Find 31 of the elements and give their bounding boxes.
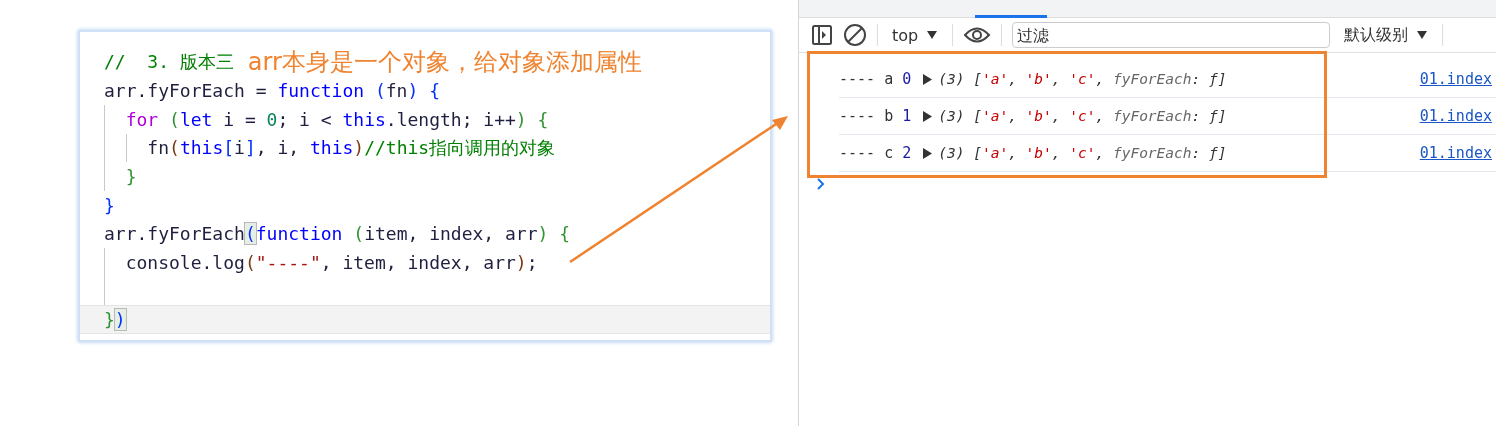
filter-field[interactable]: 过滤 [1012, 22, 1331, 48]
expand-triangle-icon[interactable] [923, 147, 933, 159]
code-line: arr.fyForEach = function (fn) { [104, 80, 440, 102]
source-link[interactable]: 01.index [1419, 107, 1492, 125]
code-line: for (let i = 0; i < this.length; i++) { [125, 109, 549, 130]
expand-triangle-icon[interactable] [923, 73, 933, 85]
log-level-dropdown[interactable]: 默认级别 [1340, 24, 1433, 46]
source-link[interactable]: 01.index [1419, 70, 1492, 88]
clear-console-icon[interactable] [843, 23, 867, 47]
expand-triangle-icon[interactable] [923, 110, 933, 122]
sidebar-toggle-icon[interactable] [811, 24, 833, 46]
code-line: fn(this[i], i, this)//this指向调用的对象 [147, 136, 556, 161]
prompt-chevron-icon[interactable] [817, 178, 825, 190]
array-preview[interactable]: (3) ['a', 'b', 'c', fyForEach: ƒ] [938, 108, 1227, 124]
caret-icon [926, 30, 939, 40]
annotation-text: arr本身是一个对象，给对象添加属性 [247, 47, 642, 79]
code-line: } [125, 166, 137, 188]
log-message: ---- a 0 [839, 70, 912, 88]
array-preview[interactable]: (3) ['a', 'b', 'c', fyForEach: ƒ] [938, 145, 1227, 161]
code-line: console.log("----", item, index, arr); [125, 251, 538, 273]
log-message: ---- b 1 [839, 107, 912, 125]
source-link[interactable]: 01.index [1419, 144, 1492, 162]
caret-icon [1416, 30, 1429, 40]
code-line: // 3. 版本三 [104, 50, 234, 75]
eye-icon[interactable] [963, 25, 992, 45]
context-dropdown[interactable]: top [888, 25, 943, 45]
code-line: arr.fyForEach(function (item, index, arr) { [104, 223, 571, 245]
code-line: } [104, 194, 115, 216]
log-message: ---- c 2 [839, 144, 912, 162]
code-line: }) [104, 309, 126, 331]
array-preview[interactable]: (3) ['a', 'b', 'c', fyForEach: ƒ] [938, 71, 1227, 87]
